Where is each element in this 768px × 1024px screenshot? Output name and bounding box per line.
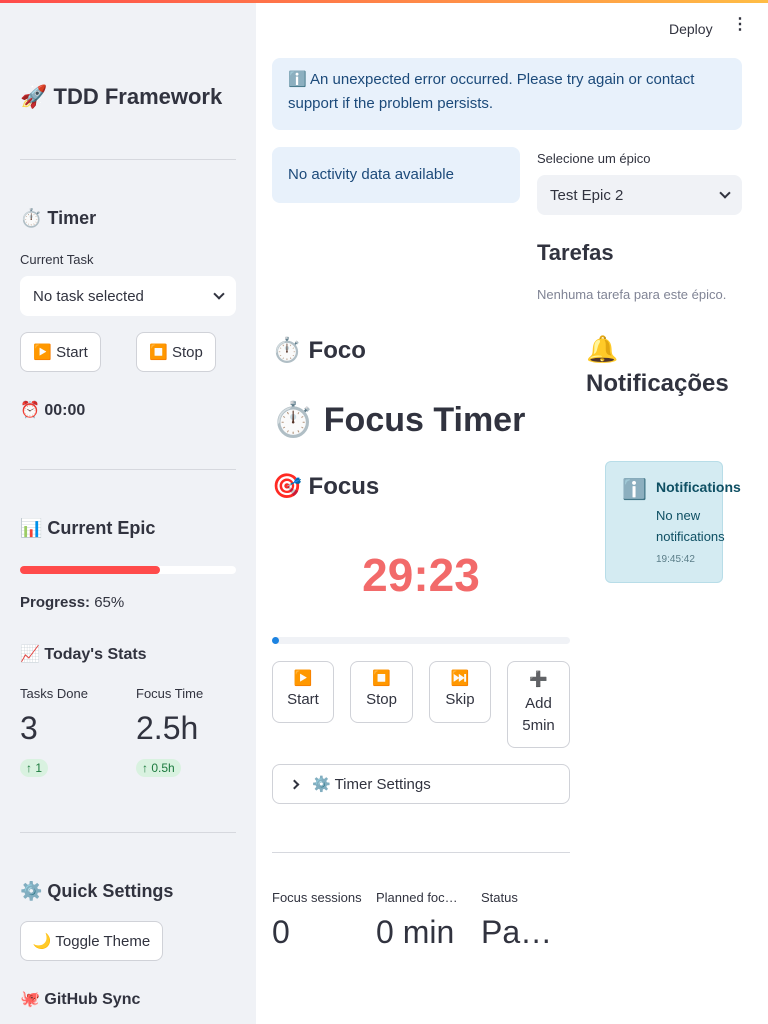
timer-progress-bar	[272, 637, 570, 644]
focus-heading: 🎯 Focus	[272, 473, 380, 500]
chevron-down-icon	[719, 187, 731, 199]
tasks-empty-text: Nenhuma tarefa para este épico.	[537, 287, 727, 302]
current-epic-heading: 📊 Current Epic	[20, 518, 156, 538]
planned-focus-value: 0 min	[376, 914, 455, 950]
arrow-up-icon: ↑	[26, 761, 32, 775]
status-label: Status	[481, 890, 518, 905]
focus-add-button[interactable]: ➕ Add 5min	[507, 661, 570, 748]
play-icon: ▶️	[293, 670, 313, 687]
focus-start-label: Start	[287, 691, 319, 708]
sidebar-divider	[20, 832, 236, 833]
planned-focus-label: Planned foc…	[376, 890, 458, 905]
quick-settings-heading: ⚙️ Quick Settings	[20, 881, 174, 901]
current-task-label: Current Task	[20, 252, 94, 267]
epic-progress-fill	[20, 566, 161, 574]
focus-stop-label: Stop	[366, 691, 397, 708]
arrow-up-icon: ↑	[142, 761, 148, 775]
sidebar: 🚀 TDD Framework ⏱️ Timer Current Task No…	[0, 0, 256, 1024]
top-decoration-bar	[0, 0, 768, 3]
timer-settings-label: ⚙️ Timer Settings	[312, 776, 431, 793]
skip-icon: ⏭️	[450, 670, 470, 687]
plus-icon: ➕	[529, 671, 548, 688]
epic-progress-bar	[20, 566, 236, 574]
epic-select-value: Test Epic 2	[550, 186, 624, 204]
status-value: Pa…	[481, 914, 553, 950]
focus-timer-heading: ⏱️ Focus Timer	[272, 401, 526, 439]
github-sync-heading: 🐙 GitHub Sync	[20, 991, 141, 1008]
notification-time: 19:45:42	[656, 554, 695, 565]
notification-body: No new notifications	[656, 508, 725, 544]
sidebar-divider	[20, 469, 236, 470]
notifications-heading: Notificações	[586, 370, 729, 397]
notification-card: ℹ️ Notifications No new notifications 19…	[605, 461, 741, 583]
stop-icon: ⏹️	[372, 670, 391, 687]
elapsed-time: ⏰ 00:00	[20, 402, 86, 419]
activity-info: No activity data available	[272, 147, 520, 203]
epic-select[interactable]: Test Epic 2	[537, 175, 742, 215]
error-alert: ℹ️ An unexpected error occurred. Please …	[272, 58, 742, 130]
main-content: Deploy ⋮ ℹ️ An unexpected error occurred…	[256, 0, 768, 1024]
timer-heading: ⏱️ Timer	[20, 208, 97, 228]
chevron-down-icon	[213, 288, 225, 300]
focus-add-label: Add 5min	[522, 695, 555, 734]
progress-text: Progress: 65%	[20, 594, 124, 611]
focus-stop-button[interactable]: ⏹️ Stop	[350, 661, 413, 723]
focus-sessions-label: Focus sessions	[272, 890, 362, 905]
progress-label: Progress:	[20, 594, 91, 611]
timer-display: 29:23	[362, 549, 480, 601]
tasks-done-delta-value: 1	[35, 761, 43, 775]
chevron-right-icon	[289, 779, 300, 789]
focus-skip-label: Skip	[445, 691, 475, 708]
notification-title: Notifications	[656, 479, 741, 495]
stats-heading: 📈 Today's Stats	[20, 646, 147, 663]
focus-time-value: 2.5h	[136, 710, 199, 746]
timer-progress-fill	[272, 637, 279, 644]
focus-time-delta-value: 0.5h	[151, 761, 175, 775]
current-task-select[interactable]: No task selected	[20, 276, 236, 316]
tasks-done-label: Tasks Done	[20, 686, 88, 701]
focus-sessions-value: 0	[272, 914, 290, 950]
current-task-value: No task selected	[33, 287, 144, 305]
more-options-icon[interactable]: ⋮	[732, 17, 748, 33]
focus-time-delta: ↑ 0.5h	[136, 759, 181, 777]
focus-skip-button[interactable]: ⏭️ Skip	[429, 661, 491, 723]
info-icon: ℹ️	[622, 479, 647, 501]
stop-button[interactable]: ⏹️ Stop	[136, 332, 216, 372]
deploy-button[interactable]: Deploy	[669, 21, 713, 37]
focus-start-button[interactable]: ▶️ Start	[272, 661, 334, 723]
foco-heading: ⏱️ Foco	[272, 337, 366, 364]
progress-value: 65%	[94, 594, 125, 611]
start-button[interactable]: ▶️ Start	[20, 332, 101, 372]
epic-select-label: Selecione um épico	[537, 151, 651, 166]
tasks-done-value: 3	[20, 710, 38, 746]
main-divider	[272, 852, 570, 853]
timer-settings-expander[interactable]: ⚙️ Timer Settings	[272, 764, 570, 804]
focus-time-label: Focus Time	[136, 686, 204, 701]
toggle-theme-button[interactable]: 🌙 Toggle Theme	[20, 921, 163, 961]
app-title: 🚀 TDD Framework	[20, 84, 223, 109]
tasks-done-delta: ↑ 1	[20, 759, 49, 777]
bell-icon: 🔔	[586, 334, 619, 364]
sidebar-divider	[20, 159, 236, 160]
tasks-heading: Tarefas	[537, 240, 614, 265]
